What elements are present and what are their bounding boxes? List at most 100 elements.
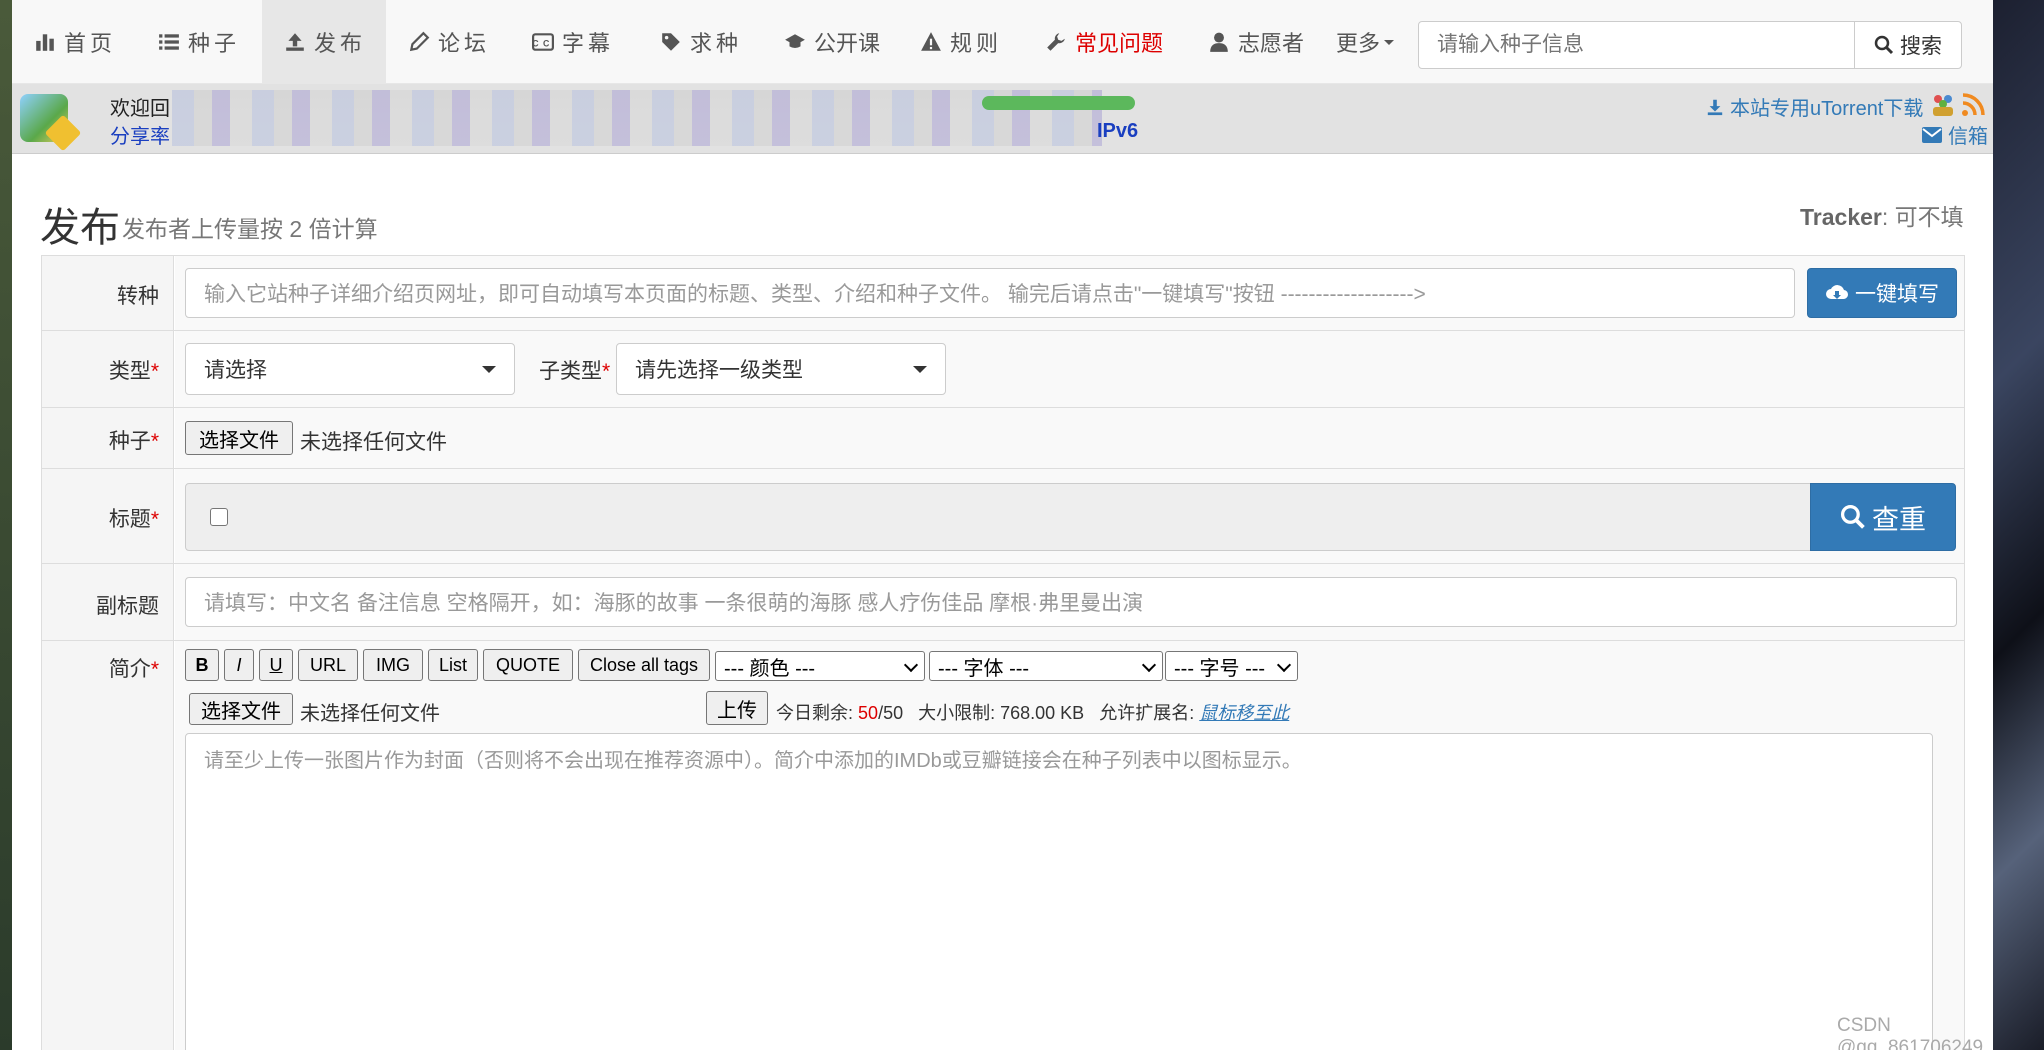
- graduation-cap-icon: [784, 31, 806, 53]
- quote-button[interactable]: QUOTE: [483, 649, 573, 681]
- page: 首页 种子 发布 论坛 CC 字幕 求种 公开课 规则 常见问题 志愿者 更多 …: [12, 0, 1993, 1050]
- nav-upload[interactable]: 发布: [262, 0, 386, 84]
- intro-textarea[interactable]: 请至少上传一张图片作为封面（否则将不会出现在推荐资源中）。简介中添加的IMDb或…: [185, 733, 1933, 1050]
- title-input[interactable]: [254, 483, 1811, 551]
- reseed-url-input[interactable]: 输入它站种子详细介绍页网址，即可自动填写本页面的标题、类型、介绍和种子文件。 输…: [185, 268, 1795, 318]
- nav-upload-label: 发布: [314, 31, 367, 56]
- row-title: 标题* 查重: [42, 469, 1964, 564]
- nav-requests-label: 求种: [690, 31, 743, 56]
- size-select-value: --- 字号 ---: [1174, 657, 1266, 680]
- subtitle-input[interactable]: 请填写：中文名 备注信息 空格隔开，如：海豚的故事 一条很萌的海豚 感人疗伤佳品…: [185, 577, 1957, 627]
- nav-faq[interactable]: 常见问题: [1045, 0, 1163, 84]
- row-label-torrent: 种子*: [42, 408, 174, 468]
- underline-button[interactable]: U: [259, 649, 293, 681]
- caret-down-icon: [482, 366, 496, 373]
- nav-requests[interactable]: 求种: [660, 0, 742, 84]
- intro-label: 简介: [108, 658, 151, 681]
- row-body-intro: B I U URL IMG List QUOTE Close all tags …: [175, 641, 1964, 1050]
- reseed-label: 转种: [117, 285, 159, 308]
- nav-torrents-label: 种子: [188, 31, 241, 56]
- torrent-file-status: 未选择任何文件: [300, 431, 447, 454]
- img-button[interactable]: IMG: [363, 649, 423, 681]
- row-label-reseed: 转种: [42, 256, 174, 330]
- duplicate-check-button[interactable]: 查重: [1810, 483, 1956, 551]
- caret-down-icon: [1384, 39, 1395, 45]
- nav-forum[interactable]: 论坛: [408, 0, 490, 84]
- subtitle-label: 副标题: [96, 595, 159, 618]
- progress-bar: [982, 96, 1135, 110]
- nav-rules[interactable]: 规则: [920, 0, 1002, 84]
- search-button[interactable]: 搜索: [1854, 21, 1962, 69]
- search-icon: [1874, 35, 1894, 55]
- title-checkbox[interactable]: [210, 508, 228, 526]
- title-label: 标题: [108, 508, 151, 531]
- title-checkbox-addon: [185, 483, 255, 551]
- nav-home[interactable]: 首页: [34, 0, 116, 84]
- torrent-file-button[interactable]: 选择文件: [185, 421, 293, 455]
- row-type: 类型* 请选择 子类型* 请先选择一级类型: [42, 331, 1964, 408]
- subtype-label: 子类型*: [539, 355, 610, 385]
- welcome-text: 欢迎回: [110, 98, 170, 120]
- image-file-status: 未选择任何文件: [300, 703, 440, 725]
- tracker-label: Tracker: [1800, 204, 1882, 230]
- nav-more[interactable]: 更多: [1336, 0, 1395, 84]
- rss-icon[interactable]: [1960, 92, 1986, 118]
- row-label-subtitle: 副标题: [42, 564, 174, 640]
- row-body-type: 请选择 子类型* 请先选择一级类型: [175, 331, 1964, 407]
- tracker-value: : 可不填: [1881, 204, 1964, 230]
- mailbox-link[interactable]: 信箱: [1922, 120, 1988, 149]
- subtype-select-value: 请先选择一级类型: [635, 359, 803, 382]
- duplicate-check-label: 查重: [1872, 504, 1926, 535]
- mailbox-label: 信箱: [1948, 126, 1988, 148]
- close-all-tags-button[interactable]: Close all tags: [578, 649, 710, 681]
- list-icon: [158, 31, 180, 53]
- nav-open-courses[interactable]: 公开课: [784, 0, 880, 84]
- row-label-title: 标题*: [42, 469, 174, 563]
- ext-hover-link[interactable]: 鼠标移至此: [1199, 703, 1289, 723]
- utorrent-download-link[interactable]: 本站专用uTorrent下载: [1706, 92, 1923, 121]
- subtype-select[interactable]: 请先选择一级类型: [616, 343, 946, 395]
- download-icon: [1706, 98, 1724, 116]
- font-select[interactable]: --- 字体 ---: [929, 651, 1163, 681]
- wrench-icon: [1045, 31, 1067, 53]
- ratio-link[interactable]: 分享率: [110, 120, 170, 149]
- size-select[interactable]: --- 字号 ---: [1165, 651, 1298, 681]
- search-icon: [1840, 504, 1866, 530]
- cloud-download-icon: [1825, 283, 1849, 303]
- italic-button[interactable]: I: [224, 649, 254, 681]
- people-icon[interactable]: [1930, 92, 1956, 118]
- subtype-label-text: 子类型: [539, 360, 602, 383]
- intro-placeholder: 请至少上传一张图片作为封面（否则将不会出现在推荐资源中）。简介中添加的IMDb或…: [204, 750, 1302, 772]
- nav-home-label: 首页: [64, 31, 117, 56]
- search-button-label: 搜索: [1900, 35, 1942, 58]
- nav-subtitles[interactable]: CC 字幕: [532, 0, 614, 84]
- image-file-button[interactable]: 选择文件: [189, 693, 293, 725]
- warning-icon: [920, 31, 942, 53]
- search-input[interactable]: [1418, 21, 1855, 69]
- nav-forum-label: 论坛: [438, 31, 491, 56]
- required-mark: *: [150, 508, 159, 531]
- url-button[interactable]: URL: [298, 649, 358, 681]
- user-icon: [1208, 31, 1230, 53]
- required-mark: *: [150, 658, 159, 681]
- subtitle-placeholder: 请填写：中文名 备注信息 空格隔开，如：海豚的故事 一条很萌的海豚 感人疗伤佳品…: [204, 592, 1144, 615]
- color-select[interactable]: --- 颜色 ---: [715, 651, 925, 681]
- nav-open-courses-label: 公开课: [814, 31, 881, 56]
- upload-image-button[interactable]: 上传: [706, 691, 768, 725]
- bold-button[interactable]: B: [185, 649, 219, 681]
- list-button[interactable]: List: [428, 649, 478, 681]
- remain-label: 今日剩余:: [776, 703, 854, 723]
- font-select-value: --- 字体 ---: [938, 657, 1030, 680]
- caret-down-icon: [913, 366, 927, 373]
- watermark: CSDN @qq_861706249: [1837, 1015, 1984, 1050]
- size-limit: 大小限制: 768.00 KB: [918, 703, 1085, 723]
- row-body-torrent: 选择文件 未选择任何文件: [175, 408, 1964, 468]
- chevron-down-icon: [1276, 657, 1292, 673]
- nav-volunteers[interactable]: 志愿者: [1208, 0, 1304, 84]
- nav-torrents[interactable]: 种子: [158, 0, 240, 84]
- one-click-fill-button[interactable]: 一键填写: [1807, 268, 1957, 318]
- nav-faq-label: 常见问题: [1075, 31, 1164, 56]
- bar-chart-icon: [34, 31, 56, 53]
- type-select[interactable]: 请选择: [185, 343, 515, 395]
- required-mark: *: [150, 430, 159, 453]
